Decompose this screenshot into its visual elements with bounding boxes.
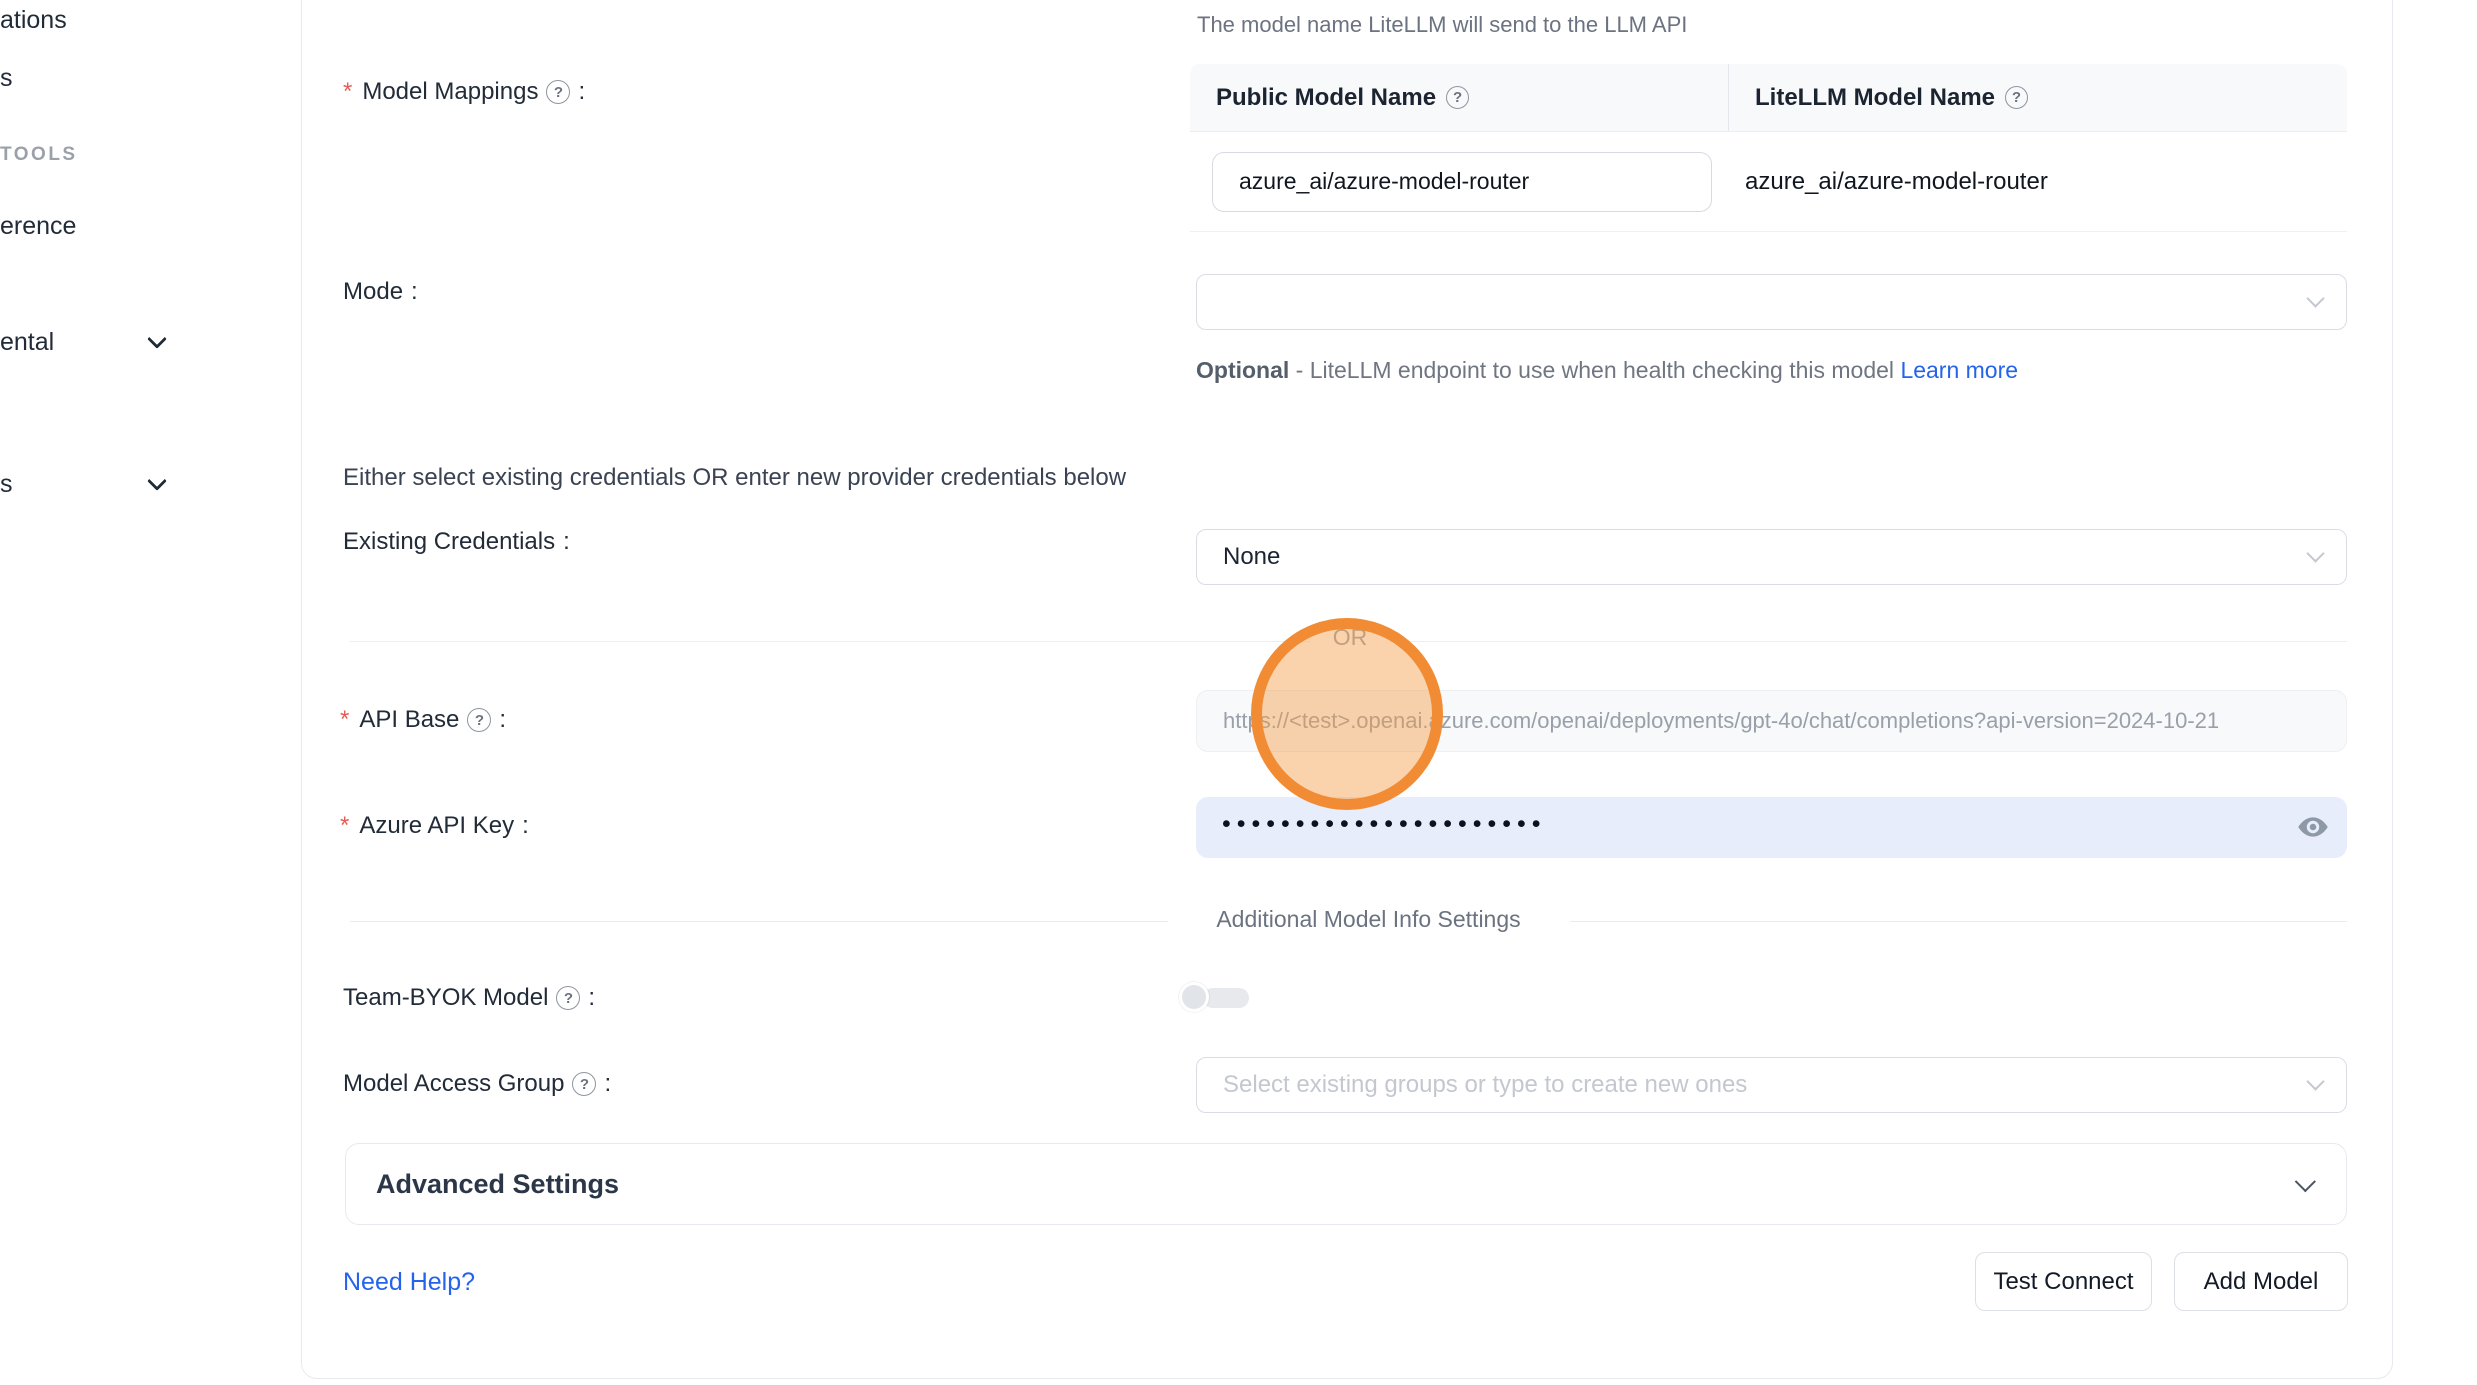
divider (350, 641, 1310, 642)
required-asterisk: * (340, 812, 349, 840)
advanced-settings-panel[interactable]: Advanced Settings (345, 1143, 2347, 1225)
chevron-down-icon[interactable] (147, 471, 167, 491)
question-circle-icon[interactable]: ? (2005, 86, 2028, 109)
test-connect-button[interactable]: Test Connect (1975, 1252, 2152, 1311)
required-asterisk: * (343, 78, 352, 106)
chevron-down-icon (2306, 289, 2324, 307)
mode-label: Mode : (343, 278, 418, 306)
question-circle-icon[interactable]: ? (467, 708, 491, 732)
existing-credentials-select[interactable]: None (1196, 529, 2347, 585)
model-name-hint: The model name LiteLLM will send to the … (1197, 12, 1687, 38)
divider (350, 921, 1168, 922)
azure-api-key-label: * Azure API Key : (340, 812, 529, 840)
eye-icon (2294, 810, 2332, 844)
required-asterisk: * (340, 706, 349, 734)
model-mappings-label: * Model Mappings ? : (343, 78, 585, 106)
sidebar-item-users[interactable]: s (0, 64, 13, 93)
toggle-knob (1179, 982, 1209, 1012)
sidebar-item-reference[interactable]: erence (0, 212, 76, 241)
add-model-button[interactable]: Add Model (2174, 1252, 2348, 1311)
mode-helper-text: Optional - LiteLLM endpoint to use when … (1196, 350, 2041, 390)
divider (1390, 641, 2347, 642)
api-base-label: * API Base ? : (340, 706, 506, 734)
question-circle-icon[interactable]: ? (572, 1072, 596, 1096)
sidebar: ations s TOOLS erence ental s (0, 0, 301, 1385)
column-header-litellm-model-name: LiteLLM Model Name ? (1728, 64, 2347, 131)
masked-password-value: •••••••••••••••••••••• (1222, 810, 1547, 839)
chevron-down-icon (2306, 1072, 2324, 1090)
toggle-track (1203, 988, 1249, 1008)
need-help-link[interactable]: Need Help? (343, 1268, 475, 1297)
litellm-model-name-value: azure_ai/azure-model-router (1712, 168, 2267, 196)
table-header-row: Public Model Name ? LiteLLM Model Name ? (1190, 64, 2347, 132)
chevron-down-icon (2295, 1171, 2316, 1192)
existing-credentials-label: Existing Credentials : (343, 528, 570, 556)
team-byok-toggle[interactable] (1179, 980, 1255, 1016)
column-header-public-model-name: Public Model Name ? (1190, 64, 1728, 131)
add-model-screen: ations s TOOLS erence ental s The model … (0, 0, 2477, 1385)
advanced-settings-label: Advanced Settings (376, 1169, 619, 1200)
chevron-down-icon[interactable] (147, 329, 167, 349)
reveal-password-eye-icon[interactable] (2294, 810, 2332, 844)
model-access-group-placeholder: Select existing groups or type to create… (1223, 1071, 1747, 1099)
chevron-down-icon (2306, 544, 2324, 562)
sidebar-item-experimental[interactable]: ental (0, 328, 54, 357)
sidebar-item-settings[interactable]: s (0, 470, 13, 499)
existing-credentials-value: None (1223, 543, 1280, 571)
table-row: azure_ai/azure-model-router (1190, 132, 2347, 232)
credentials-note: Either select existing credentials OR en… (343, 464, 1126, 492)
model-access-group-select[interactable]: Select existing groups or type to create… (1196, 1057, 2347, 1113)
additional-settings-divider-label: Additional Model Info Settings (1190, 906, 1547, 933)
divider (1570, 921, 2347, 922)
team-byok-label: Team-BYOK Model ? : (343, 984, 595, 1012)
sidebar-item-organizations[interactable]: ations (0, 6, 67, 35)
sidebar-section-tools: TOOLS (0, 144, 78, 166)
model-access-group-label: Model Access Group ? : (343, 1070, 611, 1098)
learn-more-link[interactable]: Learn more (1900, 357, 2018, 383)
question-circle-icon[interactable]: ? (1446, 86, 1469, 109)
public-model-name-input[interactable] (1212, 152, 1712, 212)
click-indicator-circle (1251, 618, 1443, 810)
mode-select[interactable] (1196, 274, 2347, 330)
question-circle-icon[interactable]: ? (556, 986, 580, 1010)
question-circle-icon[interactable]: ? (546, 80, 570, 104)
model-mappings-table: Public Model Name ? LiteLLM Model Name ?… (1190, 64, 2347, 232)
